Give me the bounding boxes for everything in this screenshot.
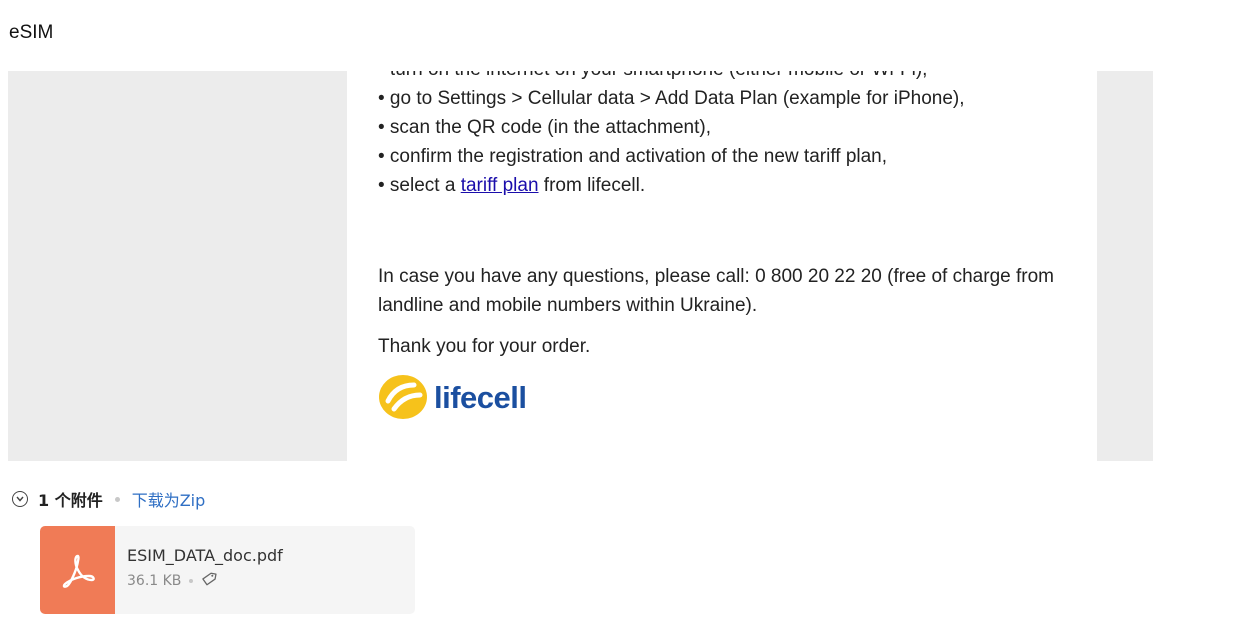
attachment-meta: 36.1 KB xyxy=(127,571,283,591)
support-paragraph: In case you have any questions, please c… xyxy=(378,266,1054,316)
attachments-header: 1 个附件 下载为Zip xyxy=(12,487,205,511)
email-content: • turn on the internet on your smartphon… xyxy=(378,71,1068,421)
email-body: • turn on the internet on your smartphon… xyxy=(347,71,1097,461)
attachments-count: 1 个附件 xyxy=(38,491,103,510)
step-suffix: from lifecell. xyxy=(538,175,646,196)
instruction-step: • turn on the internet on your smartphon… xyxy=(378,71,1068,84)
lifecell-logo: lifecell xyxy=(378,373,1068,421)
tariff-plan-link[interactable]: tariff plan xyxy=(461,175,539,196)
lifecell-logo-text: lifecell xyxy=(434,379,527,415)
attachment-file-name[interactable]: ESIM_DATA_doc.pdf xyxy=(127,546,283,565)
attachment-card[interactable]: ESIM_DATA_doc.pdf 36.1 KB xyxy=(40,526,415,614)
download-zip-link[interactable]: 下载为Zip xyxy=(132,487,206,511)
attachment-info: ESIM_DATA_doc.pdf 36.1 KB xyxy=(115,526,283,614)
email-subject: eSIM xyxy=(9,22,54,43)
separator-dot xyxy=(189,579,194,583)
instruction-step: • confirm the registration and activatio… xyxy=(378,146,888,167)
pdf-icon xyxy=(40,526,115,614)
chevron-down-circle-icon[interactable] xyxy=(12,491,28,507)
instruction-step: • scan the QR code (in the attachment), xyxy=(378,117,711,138)
separator-dot xyxy=(114,496,120,502)
step-prefix: • select a xyxy=(378,175,461,196)
instruction-step-tariff: • select a tariff plan from lifecell. xyxy=(378,171,1068,200)
tag-icon[interactable] xyxy=(201,571,218,591)
thanks-paragraph: Thank you for your order. xyxy=(378,336,591,357)
attachment-file-size: 36.1 KB xyxy=(127,573,182,589)
instruction-step: • go to Settings > Cellular data > Add D… xyxy=(378,88,965,109)
lifecell-logo-mark-icon xyxy=(379,375,427,419)
email-body-background-right xyxy=(1097,71,1153,461)
